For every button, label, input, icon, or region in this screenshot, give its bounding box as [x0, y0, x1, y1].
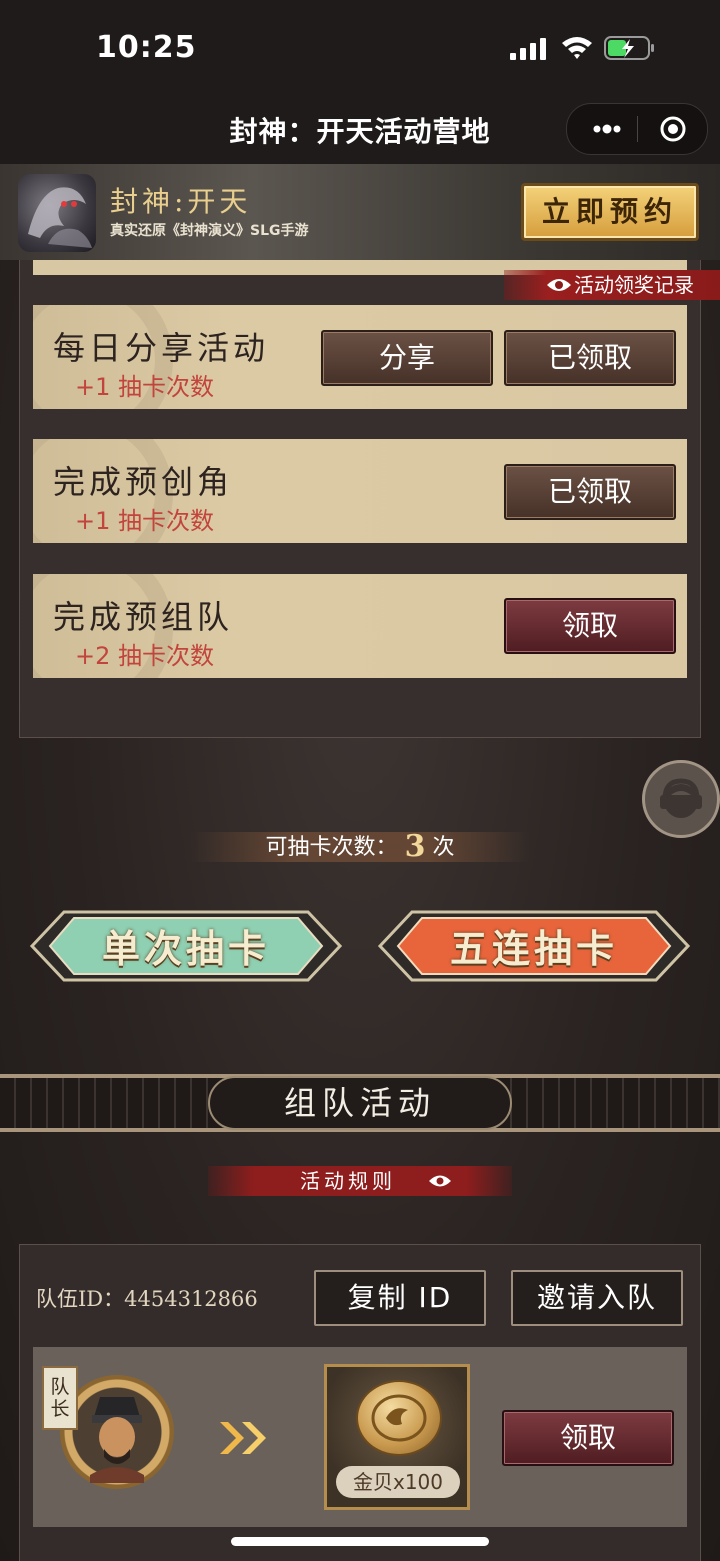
close-target-icon[interactable]: [643, 104, 703, 154]
team-claim-button[interactable]: 领取: [502, 1410, 674, 1466]
draw-count-suffix: 次: [432, 835, 455, 860]
double-chevron-right-icon: [220, 1422, 266, 1454]
five-draw-label: 五连抽卡: [449, 926, 618, 971]
reserve-button[interactable]: 立即预约: [521, 183, 699, 241]
task-name: 完成预创角: [53, 463, 234, 501]
invite-button[interactable]: 邀请入队: [511, 1270, 683, 1326]
gold-coin-icon: [356, 1380, 442, 1456]
task-name: 每日分享活动: [53, 329, 270, 367]
share-button[interactable]: 分享: [321, 330, 493, 386]
battery-charging-icon: [604, 36, 654, 60]
status-bar: 10:25: [0, 0, 720, 96]
captain-tag: 队长: [42, 1366, 78, 1430]
customer-service-button[interactable]: [642, 760, 720, 838]
team-section-title: 组队活动: [208, 1076, 512, 1130]
claimed-button[interactable]: 已领取: [504, 464, 676, 520]
claim-button[interactable]: 领取: [504, 598, 676, 654]
activity-rules-link[interactable]: 活动规则: [208, 1166, 512, 1196]
nav-bar: 封神：开天活动营地: [0, 96, 720, 164]
reward-record-label: 活动领奖记录: [574, 273, 694, 297]
wifi-icon: [562, 37, 592, 59]
customer-service-icon: [660, 778, 702, 818]
draw-count: 可抽卡次数： 3 次: [190, 832, 530, 862]
draw-count-prefix: 可抽卡次数：: [265, 835, 398, 860]
task-card-pre-team: 完成预组队 +2 抽卡次数 领取: [33, 574, 687, 678]
draw-count-value: 3: [404, 829, 426, 864]
copy-id-button[interactable]: 复制 ID: [314, 1270, 486, 1326]
task-card-pre-create: 完成预创角 +1 抽卡次数 已领取: [33, 439, 687, 543]
task-reward: +1 抽卡次数: [75, 507, 215, 535]
capsule-divider: [637, 116, 638, 142]
status-time: 10:25: [96, 30, 197, 65]
app-icon: [18, 174, 96, 252]
home-indicator: [231, 1537, 489, 1546]
task-name: 完成预组队: [53, 598, 234, 636]
reward-label: 金贝x100: [336, 1466, 460, 1498]
promo-title: 封神:开天: [110, 185, 252, 218]
dragon-icon: [28, 187, 92, 248]
task-reward: +2 抽卡次数: [75, 642, 215, 670]
team-id-label: 队伍ID：: [36, 1287, 125, 1311]
task-reward: +1 抽卡次数: [75, 373, 215, 401]
promo-subtitle: 真实还原《封神演义》SLG手游: [110, 223, 309, 239]
signal-icon: [510, 38, 546, 60]
more-dots-icon[interactable]: [577, 104, 637, 154]
reward-record-link[interactable]: 活动领奖记录: [504, 270, 720, 300]
task-card-daily-share: 每日分享活动 +1 抽卡次数 分享 已领取: [33, 305, 687, 409]
eye-icon: [429, 1175, 451, 1187]
team-id: 队伍ID：4454312866: [36, 1283, 258, 1313]
eye-icon: [547, 279, 571, 291]
single-draw-button[interactable]: 单次抽卡: [30, 906, 342, 986]
team-id-value: 4454312866: [124, 1287, 258, 1311]
coin-emblem: [371, 1394, 427, 1442]
mini-program-capsule: [566, 103, 708, 155]
activity-rules-label: 活动规则: [300, 1169, 396, 1193]
five-draw-button[interactable]: 五连抽卡: [378, 906, 690, 986]
single-draw-label: 单次抽卡: [101, 926, 270, 971]
claimed-button[interactable]: 已领取: [504, 330, 676, 386]
